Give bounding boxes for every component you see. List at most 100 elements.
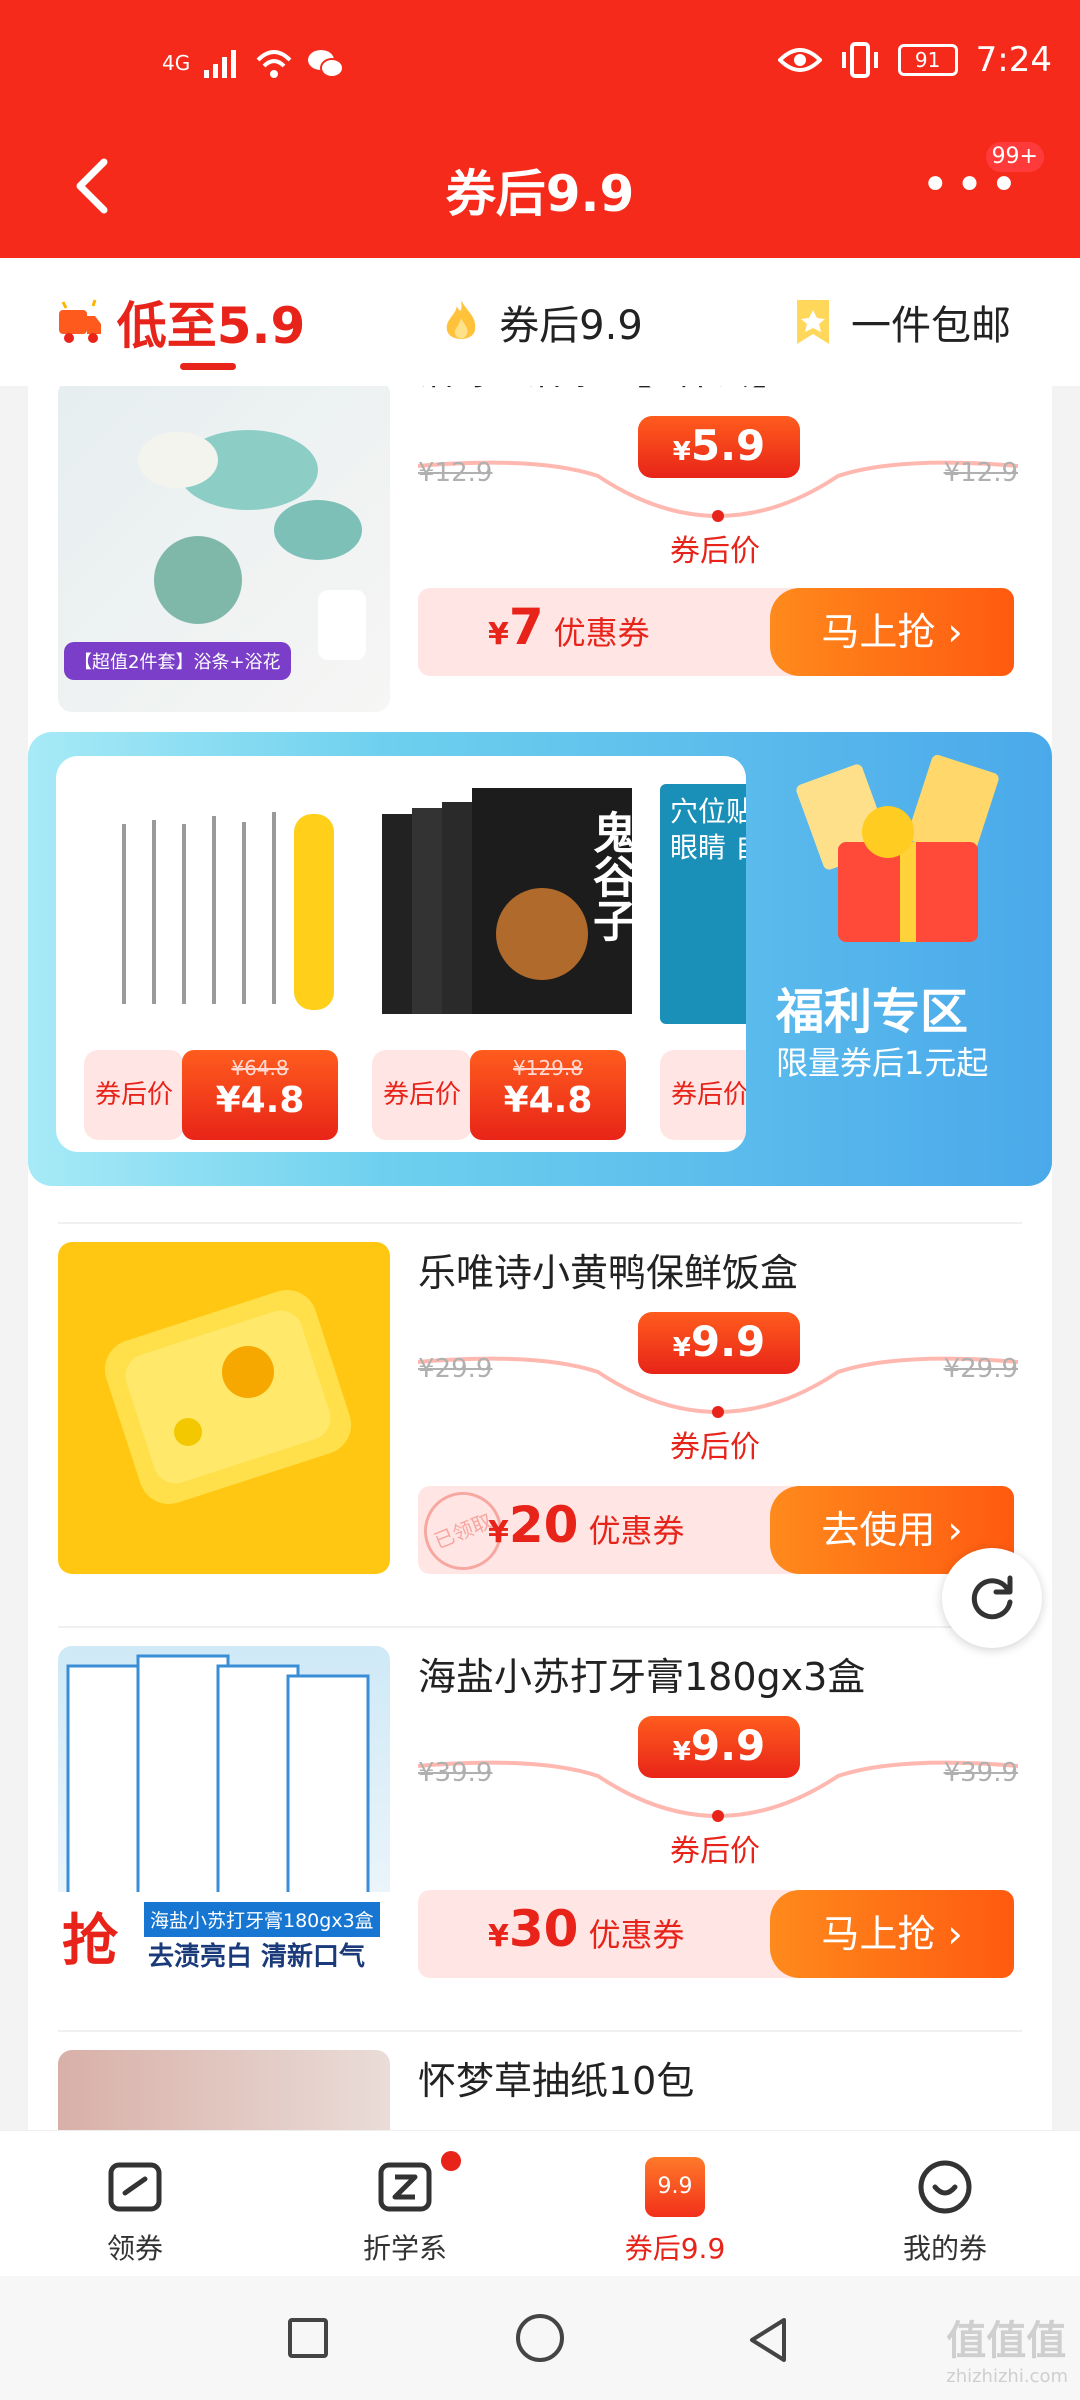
top-bar: 4G 91 7:24 券后9.9 ••• 99+ [0, 0, 1080, 258]
after-coupon-label: 券后价 [670, 1834, 760, 1869]
tab-after-coupon[interactable]: 券后9.9 [360, 258, 720, 386]
product-card[interactable]: 怀梦草抽纸10包 [28, 2050, 1052, 2130]
grab-button[interactable]: 马上抢 › [770, 1890, 1014, 1978]
eye-icon [777, 48, 822, 72]
currency-symbol: ¥ [672, 1737, 691, 1767]
product-name: 海盐小苏打牙膏180gx3盒 [418, 1655, 866, 1699]
lunchbox-image [104, 1289, 352, 1505]
coupon-bar[interactable]: 已领取 ¥20 优惠券 去使用 › [418, 1486, 1014, 1574]
bookmark-star-icon [797, 300, 829, 344]
divider [58, 2030, 1022, 2032]
banner-product-book[interactable]: 鬼谷子 券后价 ¥129.8 ¥4.8 [372, 784, 642, 1148]
notification-badge: 99+ [983, 140, 1046, 174]
more-icon[interactable]: ••• [921, 161, 1024, 209]
coupon-amount: ¥20 优惠券 [488, 1496, 684, 1554]
product-name: 怀梦草抽纸10包 [418, 2059, 695, 2103]
wifi-icon [256, 50, 292, 78]
original-price-left: ¥12.9 [418, 458, 493, 488]
product-thumbnail[interactable] [58, 2050, 390, 2130]
product-thumbnail[interactable]: 【超值2件套】浴条+浴花 [58, 386, 390, 712]
system-nav: 值值值 zhizhizhi.com [0, 2276, 1080, 2400]
currency-symbol: ¥ [488, 617, 509, 652]
welfare-banner[interactable]: 券后价 ¥64.8¥4.8 鬼谷子 券后价 ¥129.8¥4.8 穴位贴 润目缓… [28, 732, 1052, 1186]
network-label: 4G [162, 51, 191, 75]
banner-original-price: ¥64.8 [231, 1056, 289, 1080]
price-value: 5.9 [690, 421, 766, 470]
product-thumbnail[interactable]: 抢 海盐小苏打牙膏180gx3盒 去渍亮白 清新口气 [58, 1646, 390, 1978]
original-price-right: ¥29.9 [943, 1354, 1018, 1384]
coupon-amount: ¥7 优惠券 [488, 598, 650, 656]
bottom-nav: 领券 折学系 9.9 券后9.9 我的券 [0, 2130, 1080, 2276]
notification-dot [441, 2151, 461, 2171]
z-icon [378, 2162, 432, 2212]
product-thumbnail[interactable] [58, 1242, 390, 1574]
signal-icon [204, 50, 237, 78]
nav-label: 我的券 [902, 2232, 987, 2265]
banner-title: 福利专区 [776, 984, 969, 1040]
product-name: 乐唯诗小黄鸭保鲜饭盒 [418, 1251, 799, 1295]
coupon-bar[interactable]: ¥30 优惠券 马上抢 › [418, 1890, 1014, 1978]
divider [58, 1626, 1022, 1628]
nav-label: 券后9.9 [624, 2232, 726, 2265]
nav-discount-school[interactable]: 折学系 [270, 2131, 540, 2276]
tab-label: 一件包邮 [851, 303, 1011, 349]
price-value: 9.9 [690, 1721, 766, 1770]
tab-low-price[interactable]: 低至5.9 [0, 258, 360, 386]
banner-price: ¥4.8 [503, 1080, 593, 1121]
refresh-icon [971, 1575, 1013, 1620]
coupon-value: 20 [508, 1496, 579, 1554]
banner-product-eyepatch[interactable]: 穴位贴 润目缓 舒缓眼睛 自动灵提眼 券后价 [660, 784, 746, 1148]
refresh-button[interactable] [942, 1548, 1042, 1648]
banner-price-box: ¥64.8 ¥4.8 [182, 1050, 338, 1140]
banner-price-label: 券后价 [372, 1050, 472, 1140]
product-card[interactable]: 抢 海盐小苏打牙膏180gx3盒 去渍亮白 清新口气 海盐小苏打牙膏180gx3… [28, 1646, 1052, 1996]
eyepatch-image: 穴位贴 润目缓 舒缓眼睛 自动灵提眼 [660, 784, 746, 1024]
back-nav-icon[interactable] [744, 2314, 792, 2366]
product-card[interactable]: 【超值2件套】浴条+浴花 浴球+浴条 【2件套】 ¥12.9 ¥12.9 ¥5.… [28, 386, 1052, 712]
nav-coupons[interactable]: 领券 [0, 2131, 270, 2276]
banner-price-box: ¥129.8 ¥4.8 [470, 1050, 626, 1140]
earpick-image [122, 812, 334, 1010]
price-area: ¥12.9 ¥12.9 ¥5.9 券后价 [418, 416, 1018, 569]
coupon-value: 7 [508, 598, 544, 656]
home-icon[interactable] [516, 2314, 564, 2362]
vibrate-icon [841, 42, 878, 78]
status-bar: 4G 91 7:24 [0, 40, 1080, 100]
book-title: 鬼谷子 [585, 810, 636, 942]
price-area: ¥29.9 ¥29.9 ¥9.9 券后价 [418, 1312, 1018, 1465]
thumb-slogan: 去渍亮白 清新口气 [148, 1942, 366, 1972]
grab-button[interactable]: 马上抢 › [770, 588, 1014, 676]
tab-label: 券后9.9 [499, 303, 643, 349]
original-price-right: ¥39.9 [943, 1758, 1018, 1788]
active-tab-indicator [180, 363, 236, 370]
truck-icon [58, 299, 101, 343]
battery-indicator: 91 [897, 44, 958, 76]
banner-original-price: ¥129.8 [513, 1056, 583, 1080]
nav-after-coupon[interactable]: 9.9 券后9.9 [540, 2131, 810, 2276]
currency-symbol: ¥ [672, 1333, 691, 1363]
banner-product-earpick[interactable]: 券后价 ¥64.8 ¥4.8 [84, 784, 354, 1148]
price-value: 9.9 [690, 1317, 766, 1366]
original-price-left: ¥39.9 [418, 1758, 493, 1788]
ticket-icon [108, 2162, 162, 2212]
after-coupon-price: ¥9.9 [638, 1716, 800, 1778]
price-area: ¥39.9 ¥39.9 ¥9.9 券后价 [418, 1716, 1018, 1869]
category-tabs: 低至5.9 券后9.9 一件包邮 [0, 258, 1080, 386]
grab-mark: 抢 [62, 1909, 118, 1974]
coupon-bar[interactable]: ¥7 优惠券 马上抢 › [418, 588, 1014, 676]
banner-price: ¥4.8 [215, 1080, 305, 1121]
after-coupon-price: ¥5.9 [638, 416, 800, 478]
smile-icon [918, 2160, 972, 2214]
coupon-amount: ¥30 优惠券 [488, 1900, 684, 1958]
gift-box-icon [796, 754, 999, 942]
nav-my-coupons[interactable]: 我的券 [810, 2131, 1080, 2276]
page-title: 券后9.9 [445, 165, 635, 223]
recents-icon[interactable] [288, 2318, 328, 2358]
product-card[interactable]: 乐唯诗小黄鸭保鲜饭盒 ¥29.9 ¥29.9 ¥9.9 券后价 已领取 ¥20 优… [28, 1242, 1052, 1592]
currency-symbol: ¥ [672, 437, 691, 467]
coupon-text: 优惠券 [588, 1916, 685, 1954]
product-name: 浴球+浴条 【2件套】 [418, 386, 790, 395]
header: 券后9.9 ••• 99+ [0, 140, 1080, 236]
banner-products: 券后价 ¥64.8¥4.8 鬼谷子 券后价 ¥129.8¥4.8 穴位贴 润目缓… [56, 756, 746, 1152]
tab-free-shipping[interactable]: 一件包邮 [720, 258, 1080, 386]
